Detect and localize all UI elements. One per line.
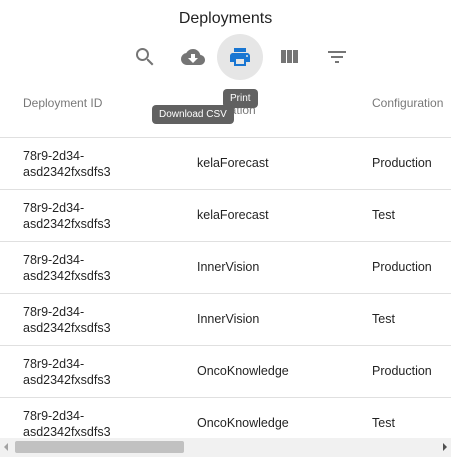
- deployment-id-line2: asd2342fxsdfs3: [23, 373, 111, 387]
- column-header-configuration[interactable]: Configuration: [372, 95, 451, 111]
- configuration-cell: Test: [372, 416, 395, 430]
- scrollbar-thumb[interactable]: [15, 441, 184, 453]
- cloud-download-icon: [181, 49, 205, 65]
- deployment-id-line1: 78r9-2d34-: [23, 149, 85, 163]
- search-button[interactable]: [122, 34, 168, 80]
- application-cell: kelaForecast: [197, 156, 269, 170]
- deployment-id-line1: 78r9-2d34-: [23, 253, 85, 267]
- deployment-id-line1: 78r9-2d34-: [23, 409, 85, 423]
- deployment-id-cell: 78r9-2d34- asd2342fxsdfs3: [23, 408, 153, 440]
- configuration-cell: Test: [372, 312, 395, 326]
- table-toolbar: [0, 34, 451, 80]
- configuration-cell: Production: [372, 260, 432, 274]
- deployment-id-cell: 78r9-2d34- asd2342fxsdfs3: [23, 304, 153, 336]
- configuration-cell: Test: [372, 208, 395, 222]
- page-title: Deployments: [178, 10, 273, 27]
- print-icon: [230, 48, 250, 66]
- deployment-id-line2: asd2342fxsdfs3: [23, 217, 111, 231]
- deployments-table: Deployment ID Application Configuration …: [0, 80, 451, 449]
- deployment-id-line2: asd2342fxsdfs3: [23, 269, 111, 283]
- table-row[interactable]: 78r9-2d34- asd2342fxsdfs3 kelaForecast P…: [0, 138, 451, 190]
- print-button[interactable]: [217, 34, 263, 80]
- deployment-id-cell: 78r9-2d34- asd2342fxsdfs3: [23, 252, 153, 284]
- deployment-id-line1: 78r9-2d34-: [23, 201, 85, 215]
- application-cell: InnerVision: [197, 312, 260, 326]
- deployment-id-line2: asd2342fxsdfs3: [23, 321, 111, 335]
- configuration-cell: Production: [372, 364, 432, 378]
- application-cell: InnerVision: [197, 260, 260, 274]
- filter-list-icon: [328, 51, 346, 63]
- table-row[interactable]: 78r9-2d34- asd2342fxsdfs3 InnerVision Te…: [0, 294, 451, 346]
- horizontal-scrollbar[interactable]: [0, 438, 451, 457]
- configuration-cell: Production: [372, 156, 432, 170]
- column-header-deployment-id[interactable]: Deployment ID: [23, 95, 153, 111]
- deployment-id-line1: 78r9-2d34-: [23, 357, 85, 371]
- deployment-id-cell: 78r9-2d34- asd2342fxsdfs3: [23, 356, 153, 388]
- scroll-right-arrow-icon[interactable]: [443, 443, 447, 451]
- deployment-id-line2: asd2342fxsdfs3: [23, 165, 111, 179]
- view-column-icon: [281, 50, 298, 63]
- application-cell: OncoKnowledge: [197, 416, 289, 430]
- application-cell: OncoKnowledge: [197, 364, 289, 378]
- filter-table-button[interactable]: [314, 34, 360, 80]
- deployment-id-cell: 78r9-2d34- asd2342fxsdfs3: [23, 148, 153, 180]
- download-csv-button[interactable]: [170, 34, 216, 80]
- application-cell: kelaForecast: [197, 208, 269, 222]
- table-row[interactable]: 78r9-2d34- asd2342fxsdfs3 InnerVision Pr…: [0, 242, 451, 294]
- deployment-id-line1: 78r9-2d34-: [23, 305, 85, 319]
- table-row[interactable]: 78r9-2d34- asd2342fxsdfs3 kelaForecast T…: [0, 190, 451, 242]
- scroll-left-arrow-icon[interactable]: [4, 443, 8, 451]
- view-columns-button[interactable]: [266, 34, 312, 80]
- deployment-id-cell: 78r9-2d34- asd2342fxsdfs3: [23, 200, 153, 232]
- search-icon: [136, 48, 154, 66]
- download-csv-tooltip: Download CSV: [152, 105, 234, 124]
- table-row[interactable]: 78r9-2d34- asd2342fxsdfs3 OncoKnowledge …: [0, 346, 451, 398]
